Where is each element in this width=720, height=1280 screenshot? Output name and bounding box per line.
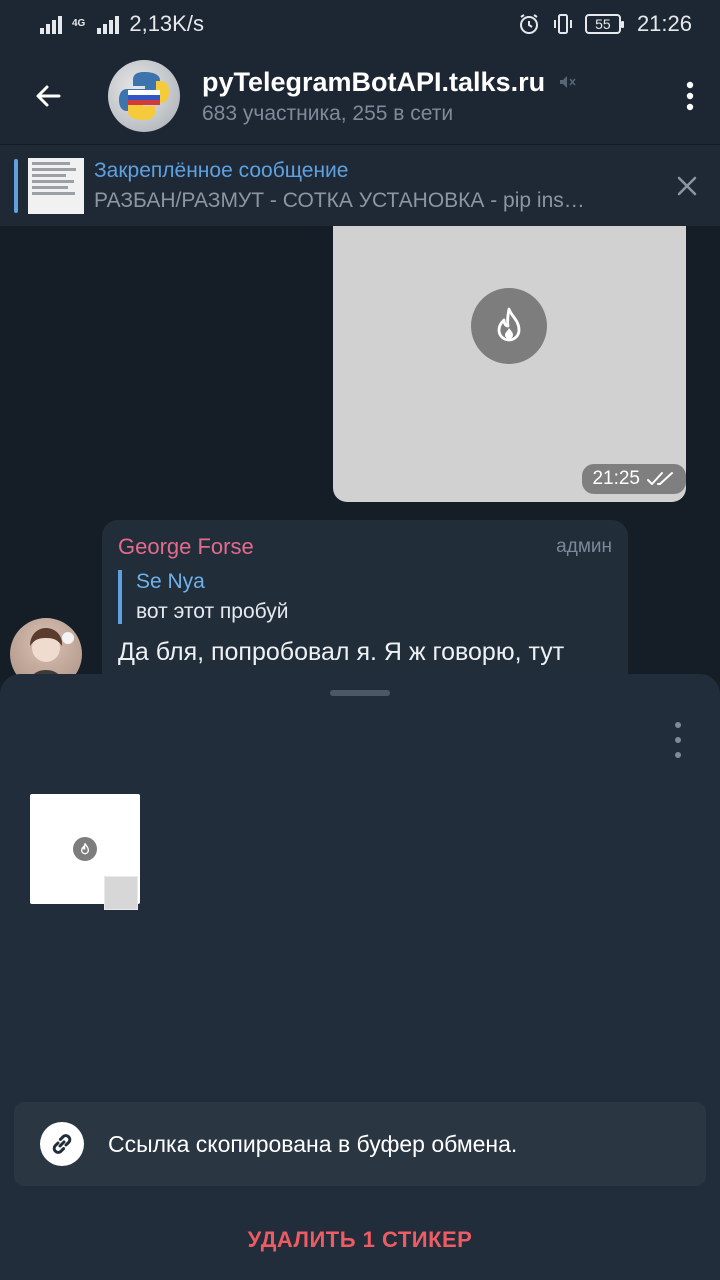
reply-author: Se Nya <box>136 570 205 593</box>
alarm-icon <box>519 14 538 34</box>
incoming-message[interactable]: George Forse админ Se Nya вот этот пробу… <box>102 520 628 676</box>
sheet-menu-button[interactable] <box>664 722 692 758</box>
status-left: 4G 2,13K/s <box>40 11 204 37</box>
message-time-badge: 21:25 <box>582 464 686 494</box>
python-flag-logo <box>119 72 169 120</box>
chat-titles[interactable]: pyTelegramBotAPI.talks.ru 683 участника,… <box>202 67 660 126</box>
status-right: 55 21:26 <box>517 11 692 37</box>
sender-avatar[interactable] <box>10 618 82 676</box>
sticker-item[interactable] <box>30 794 140 910</box>
pinned-message-bar[interactable]: Закреплённое сообщение РАЗБАН/РАЗМУТ - С… <box>0 144 720 226</box>
double-check-icon <box>647 472 673 485</box>
chat-title: pyTelegramBotAPI.talks.ru <box>202 66 546 97</box>
sticker-corner <box>104 876 138 910</box>
network-speed: 2,13K/s <box>129 11 204 36</box>
vibrate-icon <box>553 14 572 34</box>
clock: 21:26 <box>636 11 692 36</box>
sticker-sheet: Ссылка скопирована в буфер обмена. УДАЛИ… <box>0 674 720 1280</box>
reply-text: вот этот пробуй <box>136 600 289 623</box>
close-icon <box>677 176 697 195</box>
message-time: 21:25 <box>592 468 640 489</box>
toast-text: Ссылка скопирована в буфер обмена. <box>108 1130 518 1157</box>
status-bar: 4G 2,13K/s 55 21:26 <box>0 0 720 48</box>
group-avatar[interactable] <box>108 60 180 132</box>
more-vertical-icon <box>675 722 681 728</box>
pinned-text: Закреплённое сообщение РАЗБАН/РАЗМУТ - С… <box>94 159 654 213</box>
delete-sticker-button[interactable]: УДАЛИТЬ 1 СТИКЕР <box>0 1212 720 1268</box>
signal-icon <box>40 14 62 34</box>
pinned-title: Закреплённое сообщение <box>94 158 349 182</box>
link-icon <box>40 1122 84 1166</box>
network-type: 4G <box>72 18 86 29</box>
copied-toast: Ссылка скопирована в буфер обмена. <box>14 1102 706 1186</box>
pinned-thumbnail <box>28 157 84 214</box>
pinned-body: РАЗБАН/РАЗМУТ - СОТКА УСТАНОВКА - pip in… <box>94 188 585 212</box>
sender-name[interactable]: George Forse <box>118 534 254 560</box>
chat-subtitle: 683 участника, 255 в сети <box>202 101 454 125</box>
sheet-handle[interactable] <box>330 690 390 696</box>
arrow-left-icon <box>36 85 61 107</box>
outgoing-media-message[interactable]: 21:25 <box>333 226 686 502</box>
chat-header: pyTelegramBotAPI.talks.ru 683 участника,… <box>0 48 720 144</box>
message-text: Да бля, попробовал я. Я ж говорю, тут <box>118 638 565 666</box>
pinned-accent <box>14 158 18 213</box>
signal-icon-2 <box>97 14 120 34</box>
back-button[interactable] <box>0 48 96 144</box>
fire-icon <box>471 288 547 364</box>
battery-indicator: 55 <box>584 14 624 34</box>
admin-badge: админ <box>556 536 612 557</box>
fire-icon <box>73 837 97 861</box>
pinned-close-button[interactable] <box>654 145 720 227</box>
reply-quote[interactable]: Se Nya вот этот пробуй <box>118 570 612 624</box>
chat-menu-button[interactable] <box>660 48 720 144</box>
speaker-muted-icon <box>560 76 576 88</box>
chat-area[interactable]: 21:25 George Forse админ Se Nya вот этот… <box>0 226 720 676</box>
more-vertical-icon <box>686 81 694 111</box>
